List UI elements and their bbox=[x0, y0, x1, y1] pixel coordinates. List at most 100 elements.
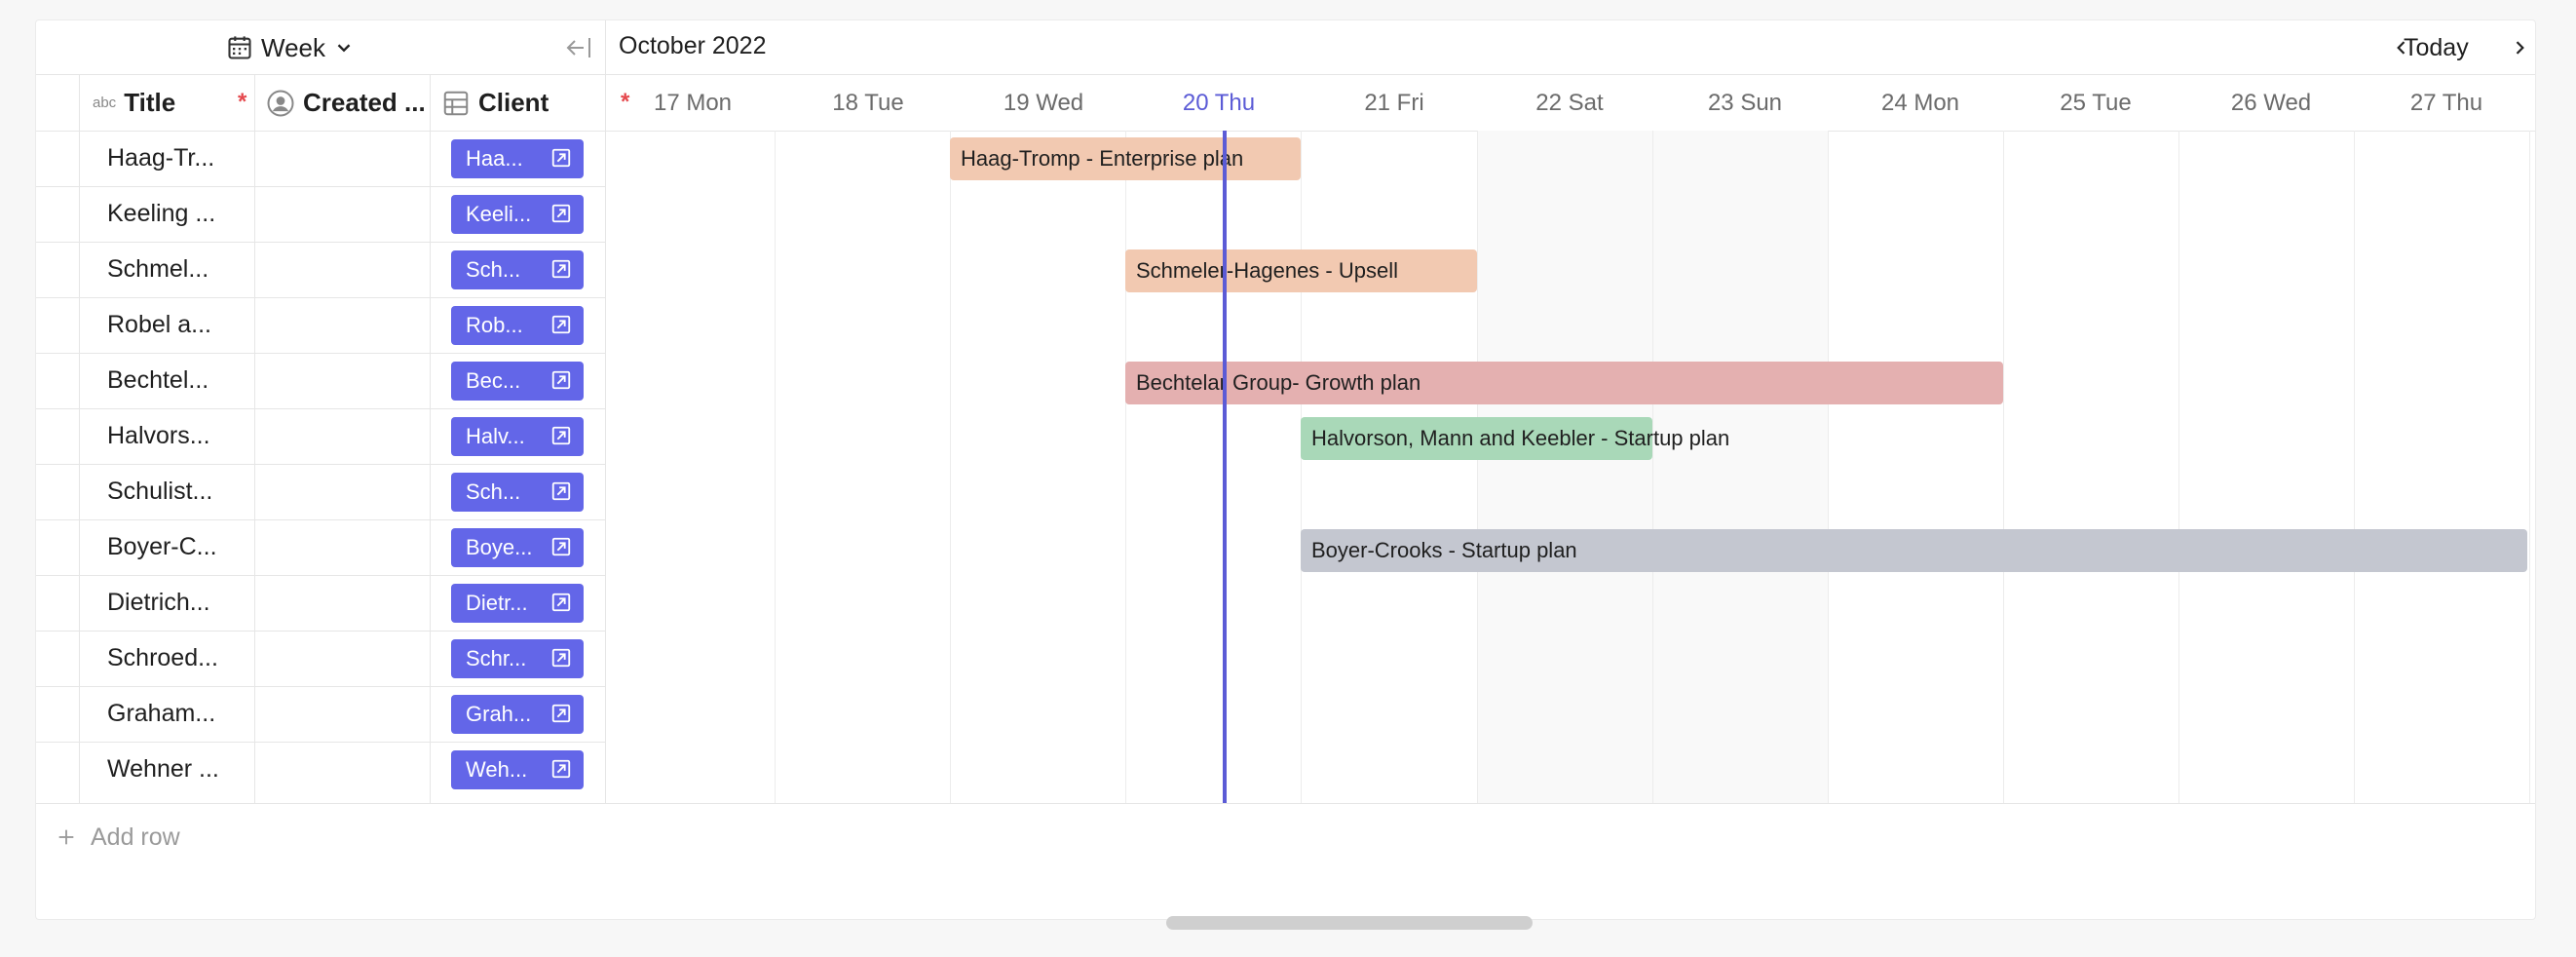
table-bottom-border bbox=[36, 803, 2535, 804]
open-link-icon bbox=[551, 537, 571, 556]
client-link-chip[interactable]: Sch... bbox=[451, 250, 584, 289]
required-marker: * bbox=[238, 89, 247, 115]
day-header: 19 Wed bbox=[1003, 89, 1084, 116]
today-marker-line bbox=[1223, 131, 1227, 803]
grid-line bbox=[1828, 131, 1829, 803]
title-cell[interactable]: Graham... bbox=[107, 686, 263, 742]
table-row[interactable]: Graham... Grah... bbox=[36, 686, 605, 743]
month-label: October 2022 bbox=[619, 32, 767, 59]
client-link-chip[interactable]: Dietr... bbox=[451, 584, 584, 623]
grid-line bbox=[1301, 131, 1302, 803]
client-link-chip[interactable]: Grah... bbox=[451, 695, 584, 734]
column-header-created[interactable]: Created ... bbox=[266, 75, 428, 131]
table-row[interactable]: Boyer-C... Boye... bbox=[36, 519, 605, 576]
open-link-icon bbox=[551, 148, 571, 168]
table-row[interactable]: Wehner ... Weh... bbox=[36, 742, 605, 797]
title-cell[interactable]: Wehner ... bbox=[107, 742, 263, 797]
open-link-icon bbox=[551, 370, 571, 390]
table-row[interactable]: Dietrich... Dietr... bbox=[36, 575, 605, 632]
table-row[interactable]: Haag-Tr... Haa... bbox=[36, 131, 605, 187]
grid-line bbox=[775, 131, 776, 803]
open-link-icon bbox=[551, 593, 571, 612]
table-row[interactable]: Schmel... Sch... bbox=[36, 242, 605, 298]
view-selector[interactable]: Week bbox=[226, 30, 355, 65]
collapse-grid-button[interactable] bbox=[562, 32, 595, 63]
client-link-chip[interactable]: Schr... bbox=[451, 639, 584, 678]
grid-line bbox=[1477, 131, 1478, 803]
day-header: 25 Tue bbox=[2060, 89, 2132, 116]
timeline-bar[interactable]: Schmeler-Hagenes - Upsell bbox=[1125, 249, 1477, 292]
open-link-icon bbox=[551, 704, 571, 723]
grid-line bbox=[2354, 131, 2355, 803]
title-cell[interactable]: Haag-Tr... bbox=[107, 131, 263, 186]
grid-line bbox=[950, 131, 951, 803]
column-header-title[interactable]: abc Title * bbox=[93, 75, 254, 131]
grid-line bbox=[2003, 131, 2004, 803]
table-row[interactable]: Halvors... Halv... bbox=[36, 408, 605, 465]
day-header: 17 Mon bbox=[653, 89, 733, 116]
today-button[interactable]: Today bbox=[2404, 28, 2469, 67]
day-header: 27 Thu bbox=[2409, 89, 2483, 116]
title-cell[interactable]: Bechtel... bbox=[107, 353, 263, 408]
day-header: 26 Wed bbox=[2230, 89, 2312, 116]
open-link-icon bbox=[551, 426, 571, 445]
open-link-icon bbox=[551, 315, 571, 334]
client-link-chip[interactable]: Halv... bbox=[451, 417, 584, 456]
gantt-view: Week October 2022 Today abc Title * Crea… bbox=[35, 19, 2536, 920]
open-link-icon bbox=[551, 259, 571, 279]
timeline-bar[interactable]: Haag-Tromp - Enterprise plan bbox=[950, 137, 1301, 180]
day-header: 24 Mon bbox=[1880, 89, 1960, 116]
user-icon bbox=[267, 90, 294, 116]
client-link-chip[interactable]: Bec... bbox=[451, 362, 584, 401]
table-row[interactable]: Schroed... Schr... bbox=[36, 631, 605, 687]
timeline-bar[interactable]: Halvorson, Mann and Keebler - Startup pl… bbox=[1301, 417, 1729, 460]
table-link-icon bbox=[443, 91, 469, 115]
toolbar bbox=[36, 20, 2535, 75]
client-link-chip[interactable]: Rob... bbox=[451, 306, 584, 345]
day-header-today: 20 Thu bbox=[1182, 89, 1256, 116]
table-row[interactable]: Schulist... Sch... bbox=[36, 464, 605, 520]
open-link-icon bbox=[551, 204, 571, 223]
calendar-icon bbox=[228, 36, 251, 59]
column-header-client[interactable]: Client * bbox=[441, 75, 629, 131]
day-header: 21 Fri bbox=[1364, 89, 1424, 116]
timeline-bar[interactable]: Boyer-Crooks - Startup plan bbox=[1301, 529, 2527, 572]
title-cell[interactable]: Robel a... bbox=[107, 297, 263, 353]
title-cell[interactable]: Schulist... bbox=[107, 464, 263, 519]
title-cell[interactable]: Keeling ... bbox=[107, 186, 263, 242]
title-cell[interactable]: Halvors... bbox=[107, 408, 263, 464]
grid-line bbox=[2529, 131, 2530, 803]
client-link-chip[interactable]: Weh... bbox=[451, 750, 584, 789]
table-row[interactable]: Bechtel... Bec... bbox=[36, 353, 605, 409]
horizontal-scrollbar-thumb[interactable] bbox=[1166, 916, 1533, 930]
next-period-button[interactable] bbox=[2505, 28, 2534, 67]
add-row-button[interactable]: Add row bbox=[56, 818, 180, 857]
grid-line bbox=[1652, 131, 1653, 803]
title-cell[interactable]: Schroed... bbox=[107, 631, 263, 686]
table-row[interactable]: Robel a... Rob... bbox=[36, 297, 605, 354]
view-label: Week bbox=[261, 32, 325, 62]
grid-timeline-divider bbox=[605, 20, 606, 803]
grid-line bbox=[1125, 131, 1126, 803]
text-type-icon: abc bbox=[93, 95, 117, 111]
client-link-chip[interactable]: Boye... bbox=[451, 528, 584, 567]
open-link-icon bbox=[551, 648, 571, 668]
table-row[interactable]: Keeling ... Keeli... bbox=[36, 186, 605, 243]
client-link-chip[interactable]: Sch... bbox=[451, 473, 584, 512]
day-header: 23 Sun bbox=[1707, 89, 1783, 116]
day-header: 22 Sat bbox=[1535, 89, 1604, 116]
client-link-chip[interactable]: Haa... bbox=[451, 139, 584, 178]
collapse-left-icon bbox=[566, 38, 590, 57]
chevron-down-icon bbox=[337, 44, 351, 53]
title-cell[interactable]: Schmel... bbox=[107, 242, 263, 297]
title-cell[interactable]: Dietrich... bbox=[107, 575, 263, 631]
open-link-icon bbox=[551, 759, 571, 779]
chevron-right-icon bbox=[2516, 41, 2524, 55]
day-header: 18 Tue bbox=[832, 89, 904, 116]
plus-icon bbox=[58, 829, 74, 845]
grid-line bbox=[2178, 131, 2179, 803]
client-link-chip[interactable]: Keeli... bbox=[451, 195, 584, 234]
open-link-icon bbox=[551, 481, 571, 501]
title-cell[interactable]: Boyer-C... bbox=[107, 519, 263, 575]
timeline-bar[interactable]: Bechtelar Group- Growth plan bbox=[1125, 362, 2003, 404]
